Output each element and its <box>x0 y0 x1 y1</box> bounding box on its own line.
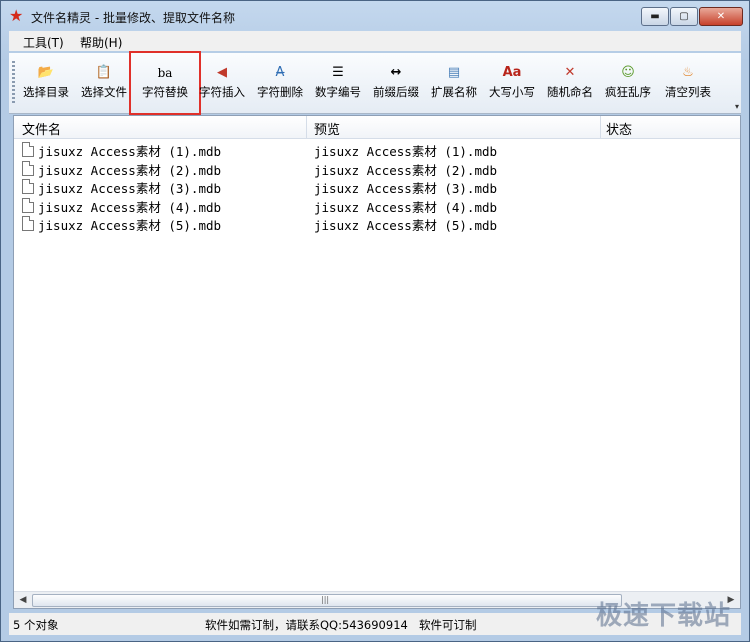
column-header-status[interactable]: 状态 <box>606 119 632 138</box>
window-title: 文件名精灵 - 批量修改、提取文件名称 <box>31 11 235 25</box>
file-list[interactable]: 文件名 预览 状态 jisuxz Access素材 (1).mdb jisuxz… <box>13 115 741 609</box>
custom-note: 软件可订制 <box>419 618 477 632</box>
filename-cell: jisuxz Access素材 (2).mdb <box>38 162 222 178</box>
case-button[interactable]: Aa 大写小写 <box>487 53 537 113</box>
file-icon <box>22 216 34 231</box>
toolbar-overflow-icon[interactable]: ▾ <box>735 102 739 111</box>
list-rows: jisuxz Access素材 (1).mdb jisuxz Access素材 … <box>14 140 740 233</box>
clear-list-label: 清空列表 <box>665 85 711 99</box>
case-icon: Aa <box>502 65 522 80</box>
select-folder-label: 选择目录 <box>23 85 69 99</box>
shuffle-icon: ✕ <box>564 65 576 80</box>
random-name-label: 随机命名 <box>547 85 593 99</box>
menu-bar: 工具(T) 帮助(H) <box>9 31 741 51</box>
scrollbar-grip-icon: ||| <box>321 595 330 604</box>
clear-list-icon: ♨ <box>682 65 694 80</box>
clear-list-button[interactable]: ♨ 清空列表 <box>663 53 713 113</box>
file-icon <box>22 179 34 194</box>
file-icon <box>22 160 34 176</box>
insert-chars-label: 字符插入 <box>199 85 245 99</box>
number-button[interactable]: ☰ 数字编号 <box>313 53 363 113</box>
close-button[interactable]: ✕ <box>699 7 743 26</box>
insert-chars-button[interactable]: ◀ 字符插入 <box>199 53 245 113</box>
select-file-button[interactable]: 📋 选择文件 <box>77 53 131 113</box>
random-name-button[interactable]: ✕ 随机命名 <box>545 53 595 113</box>
prefix-suffix-label: 前缀后缀 <box>373 85 419 99</box>
select-folder-button[interactable]: 📂 选择目录 <box>19 53 73 113</box>
insert-text-icon: ◀ <box>217 65 227 80</box>
preview-cell: jisuxz Access素材 (4).mdb <box>314 199 498 215</box>
scroll-left-icon[interactable]: ◀ <box>15 593 31 607</box>
column-header-filename[interactable]: 文件名 <box>22 119 61 138</box>
prefix-suffix-button[interactable]: ↔ 前缀后缀 <box>371 53 421 113</box>
numbered-list-icon: ☰ <box>332 65 344 80</box>
filename-cell: jisuxz Access素材 (4).mdb <box>38 199 222 215</box>
replace-text-icon: ba <box>157 66 173 80</box>
select-file-label: 选择文件 <box>81 85 127 99</box>
toolbar: 📂 选择目录 📋 选择文件 ba 字符替换 ◀ 字符插入 A̶ 字符删除 ☰ 数… <box>9 51 741 115</box>
title-bar[interactable]: ★ 文件名精灵 - 批量修改、提取文件名称 ▬ ▢ ✕ <box>1 1 749 31</box>
extension-button[interactable]: ▤ 扩展名称 <box>429 53 479 113</box>
table-row[interactable]: jisuxz Access素材 (1).mdb jisuxz Access素材 … <box>14 140 740 159</box>
file-select-icon: 📋 <box>95 65 113 80</box>
crazy-shuffle-label: 疯狂乱序 <box>605 85 651 99</box>
minimize-button[interactable]: ▬ <box>641 7 669 26</box>
object-count: 5 个对象 <box>13 618 59 632</box>
window-controls: ▬ ▢ ✕ <box>640 7 743 26</box>
file-icon <box>22 142 34 157</box>
crazy-face-icon: ☺ <box>621 65 635 80</box>
column-header-preview[interactable]: 预览 <box>314 119 340 138</box>
table-row[interactable]: jisuxz Access素材 (3).mdb jisuxz Access素材 … <box>14 177 740 196</box>
preview-cell: jisuxz Access素材 (5).mdb <box>314 218 498 233</box>
main-window: ★ 文件名精灵 - 批量修改、提取文件名称 ▬ ▢ ✕ 工具(T) 帮助(H) … <box>0 0 750 642</box>
delete-chars-label: 字符删除 <box>257 85 303 99</box>
extension-icon: ▤ <box>447 65 461 80</box>
maximize-button[interactable]: ▢ <box>670 7 698 26</box>
delete-text-icon: A̶ <box>275 65 285 80</box>
replace-chars-label: 字符替换 <box>142 85 188 99</box>
preview-cell: jisuxz Access素材 (1).mdb <box>314 144 498 159</box>
case-label: 大写小写 <box>489 85 535 99</box>
file-icon <box>22 197 34 213</box>
folder-open-icon: 📂 <box>37 65 55 80</box>
app-star-icon: ★ <box>9 6 24 25</box>
list-header: 文件名 预览 状态 <box>14 116 740 139</box>
preview-cell: jisuxz Access素材 (2).mdb <box>314 162 498 178</box>
filename-cell: jisuxz Access素材 (1).mdb <box>38 144 222 159</box>
crazy-shuffle-button[interactable]: ☺ 疯狂乱序 <box>603 53 653 113</box>
table-row[interactable]: jisuxz Access素材 (2).mdb jisuxz Access素材 … <box>14 159 740 178</box>
table-row[interactable]: jisuxz Access素材 (4).mdb jisuxz Access素材 … <box>14 196 740 215</box>
number-label: 数字编号 <box>315 85 361 99</box>
menu-help[interactable]: 帮助(H) <box>80 34 122 51</box>
toolbar-grip[interactable] <box>12 61 15 105</box>
extension-label: 扩展名称 <box>431 85 477 99</box>
watermark-logo: 极速下载站 <box>595 601 731 631</box>
menu-tools[interactable]: 工具(T) <box>23 34 64 51</box>
table-row[interactable]: jisuxz Access素材 (5).mdb jisuxz Access素材 … <box>14 214 740 233</box>
scrollbar-thumb[interactable]: ||| <box>32 594 622 607</box>
filename-cell: jisuxz Access素材 (5).mdb <box>38 218 222 233</box>
filename-cell: jisuxz Access素材 (3).mdb <box>38 181 222 196</box>
contact-info: 软件如需订制，请联系QQ:543690914 <box>205 618 408 632</box>
prefix-suffix-icon: ↔ <box>390 65 402 80</box>
preview-cell: jisuxz Access素材 (3).mdb <box>314 181 498 196</box>
column-divider[interactable] <box>600 116 601 138</box>
column-divider[interactable] <box>306 116 307 138</box>
replace-chars-button[interactable]: ba 字符替换 <box>129 51 201 115</box>
delete-chars-button[interactable]: A̶ 字符删除 <box>255 53 305 113</box>
